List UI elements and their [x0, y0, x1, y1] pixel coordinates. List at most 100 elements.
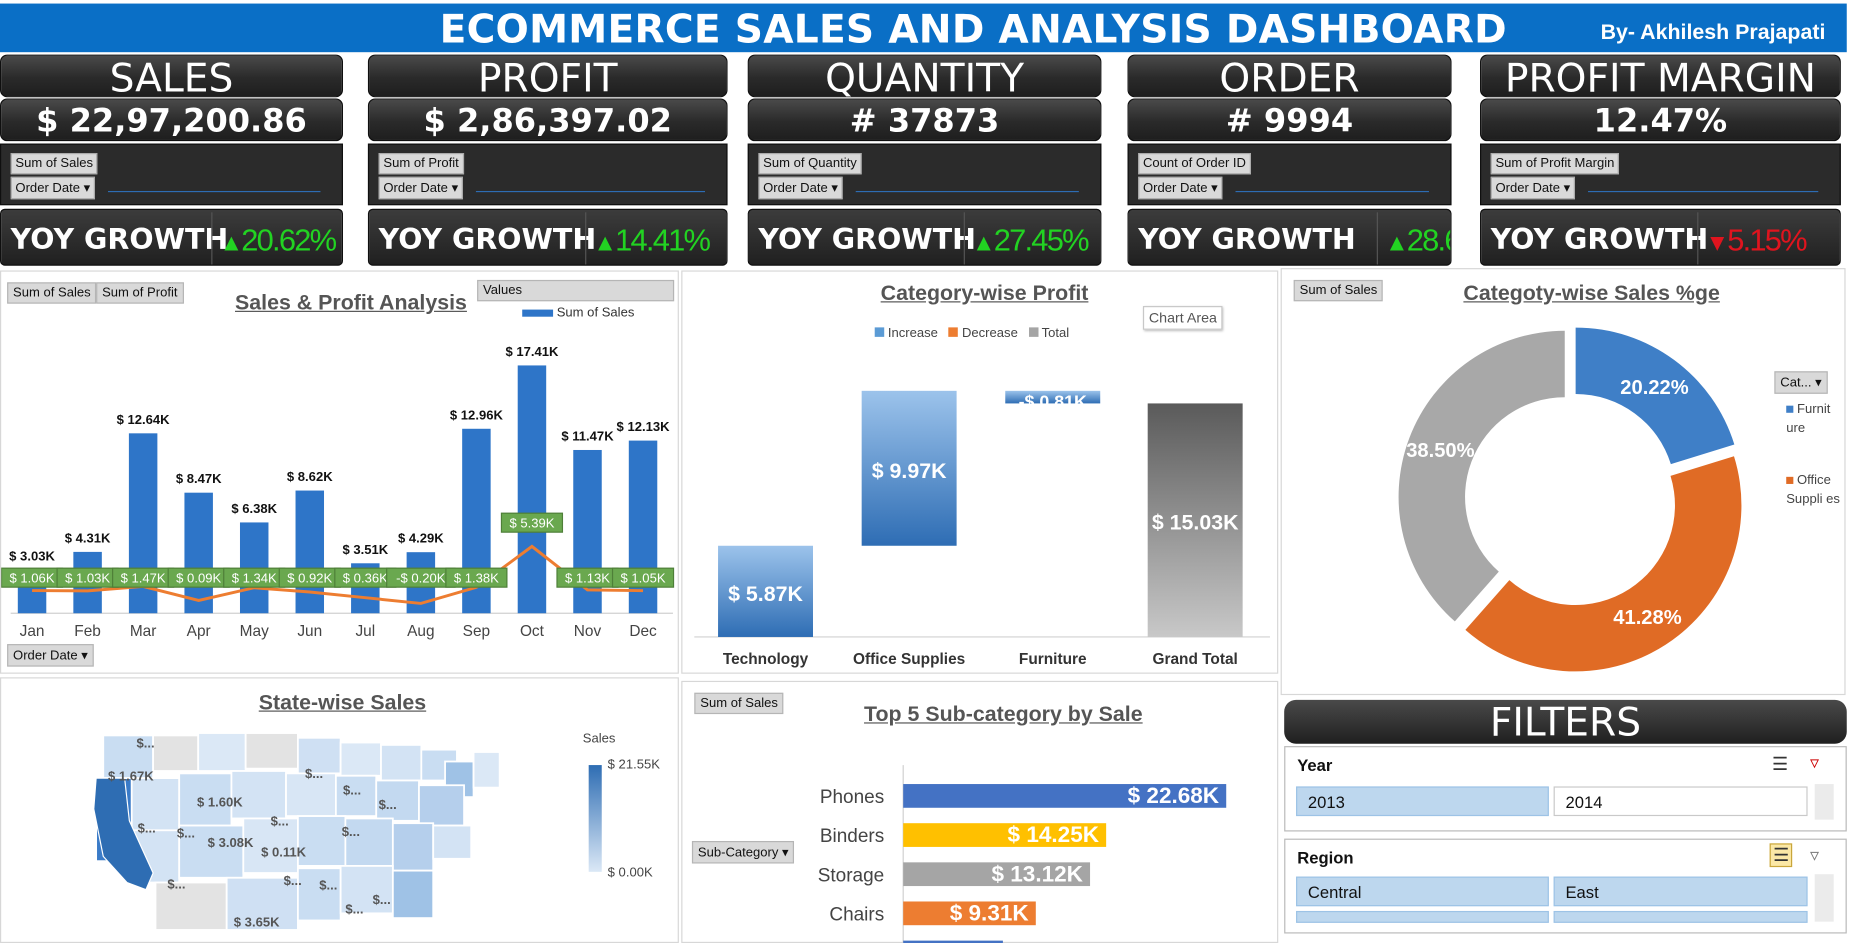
- state-sales-label: $...: [342, 824, 360, 839]
- state-shape: [152, 734, 200, 772]
- state-sales-label: $...: [343, 783, 361, 798]
- clear-filter-icon[interactable]: ▿: [1810, 752, 1819, 773]
- state-sales-label: $...: [305, 766, 323, 781]
- donut-slice: [1465, 456, 1742, 672]
- region-option-south[interactable]: [1296, 910, 1549, 923]
- profit-kpi-sparkline: Sum of Profit Order Date: [367, 143, 728, 206]
- order-field-button[interactable]: Count of Order ID: [1138, 153, 1251, 175]
- state-shape: [432, 824, 473, 860]
- sales-data-label: $ 8.62K: [287, 469, 333, 484]
- quantity-yoy-value: ▲27.45%: [963, 212, 1100, 265]
- sales-data-label: $ 12.64K: [117, 412, 171, 427]
- profit-yoy-value: ▲14.41%: [585, 212, 726, 265]
- order-kpi-sparkline: Count of Order ID Order Date: [1127, 143, 1452, 206]
- waterfall-data-label: $ 5.87K: [728, 582, 803, 606]
- donut-data-label: 41.28%: [1613, 607, 1681, 629]
- state-sales-label: $...: [138, 821, 156, 836]
- month-tick-label: Jan: [20, 623, 45, 640]
- year-option-2014[interactable]: 2014: [1553, 786, 1808, 817]
- sales-data-label: $ 17.41K: [505, 344, 559, 359]
- state-sales-label: $ 3.08K: [208, 835, 254, 850]
- category-tick-label: Office Supplies: [853, 651, 965, 668]
- region-option-east[interactable]: East: [1553, 876, 1808, 907]
- us-state-map: $...$ 1.67K$ 1.60K$...$...$...$ 3.08K$ 0…: [93, 732, 501, 931]
- profit-data-label: $ 0.92K: [287, 570, 332, 585]
- sales-data-label: $ 3.51K: [342, 542, 388, 557]
- order-order-date-filter[interactable]: Order Date: [1138, 176, 1223, 200]
- month-tick-label: Jun: [297, 623, 322, 640]
- profit-order-date-filter[interactable]: Order Date: [378, 176, 463, 200]
- sales-field-button[interactable]: Sum of Sales: [10, 153, 98, 175]
- profit-field-button[interactable]: Sum of Profit: [378, 153, 464, 175]
- order-date-filter-button[interactable]: Order Date: [7, 644, 94, 667]
- subcategory-tick-label: Binders: [820, 826, 884, 847]
- region-slicer-scrollbar[interactable]: [1814, 874, 1834, 922]
- order-kpi-title: ORDER: [1127, 54, 1452, 100]
- category-tick-label: Technology: [723, 651, 809, 668]
- state-sales-label: $...: [177, 825, 195, 840]
- waterfall-data-label: -$ 0.81K: [1019, 391, 1087, 411]
- profit-data-label: $ 1.13K: [565, 570, 610, 585]
- state-sales-label: $...: [167, 876, 185, 891]
- sales-profit-panel: Sum of Sales Sum of Profit Sales & Profi…: [0, 270, 679, 674]
- profit-kpi-value: $ 2,86,397.02: [367, 98, 728, 142]
- month-tick-label: Sep: [463, 623, 490, 640]
- state-sales-label: $ 3.65K: [234, 914, 280, 929]
- state-sales-panel: State-wise Sales $... $ 1.67K $ 1.60K $... $…: [0, 677, 679, 943]
- donut-data-label: 20.22%: [1620, 377, 1688, 399]
- donut-data-label: 38.50%: [1406, 440, 1474, 462]
- state-shape: [472, 751, 501, 789]
- order-yoy-label: YOY GROWTH: [1138, 222, 1356, 257]
- year-slicer-scrollbar[interactable]: [1814, 784, 1834, 820]
- sales-bar: [184, 492, 213, 614]
- state-sales-label: $ 0.11K: [261, 844, 307, 859]
- state-sales-label: $ 1.67K: [108, 768, 154, 783]
- sales-yoy-growth: YOY GROWTH ▲20.62%: [0, 208, 344, 266]
- quantity-yoy-label: YOY GROWTH: [758, 222, 976, 257]
- sales-order-date-filter[interactable]: Order Date: [10, 176, 95, 200]
- subcategory-data-label: $ 14.25K: [1008, 822, 1100, 847]
- month-tick-label: Aug: [407, 623, 434, 640]
- subcategory-tick-label: Phones: [820, 787, 884, 808]
- month-tick-label: Nov: [574, 623, 602, 640]
- quantity-order-date-filter[interactable]: Order Date: [758, 176, 843, 200]
- year-option-2013[interactable]: 2013: [1296, 786, 1549, 817]
- state-shape: [391, 869, 435, 919]
- month-tick-label: Apr: [187, 623, 211, 640]
- region-slicer-title: Region: [1297, 848, 1354, 868]
- quantity-yoy-percent: 27.45%: [993, 221, 1090, 258]
- region-option-central[interactable]: Central: [1296, 876, 1549, 907]
- map-legend-min: $ 0.00K: [607, 865, 653, 881]
- sales-profit-chart: $ 3.03K Jan $ 4.31K Feb $ 12.64K Mar $ 8.47K Ap…: [1, 344, 675, 640]
- down-arrow-icon: ▼: [1705, 230, 1730, 257]
- top5-bar-chart: $ 22.68K Phones $ 14.25K Binders $ 13.12K Sto…: [818, 765, 1227, 943]
- sales-kpi-title: SALES: [0, 54, 344, 100]
- profit-margin-field-button[interactable]: Sum of Profit Margin: [1490, 153, 1620, 175]
- state-shape: [391, 822, 435, 872]
- multi-select-icon[interactable]: ☰: [1772, 753, 1788, 774]
- month-tick-label: Dec: [629, 623, 657, 640]
- legend-office-swatch: [1786, 476, 1794, 484]
- legend-office-label: Office Suppli es: [1786, 473, 1840, 507]
- region-slicer: Region ☰ ▿ Central East: [1284, 838, 1847, 934]
- sales-data-label: $ 4.31K: [65, 530, 111, 545]
- quantity-field-button[interactable]: Sum of Quantity: [758, 153, 862, 175]
- state-sales-label: $ 1.60K: [197, 795, 243, 810]
- map-legend-gradient: [588, 765, 602, 872]
- category-legend-filter-button[interactable]: Cat...: [1774, 371, 1828, 394]
- profit-margin-kpi-sparkline: Sum of Profit Margin Order Date: [1480, 143, 1841, 206]
- profit-data-label: $ 1.38K: [454, 570, 499, 585]
- profit-kpi-title: PROFIT: [367, 54, 728, 100]
- state-shape: [339, 741, 382, 777]
- sales-data-label: $ 12.96K: [450, 407, 504, 422]
- filters-header: FILTERS: [1284, 700, 1847, 744]
- month-tick-label: Feb: [74, 623, 101, 640]
- multi-select-icon[interactable]: ☰: [1769, 843, 1793, 868]
- category-sales-panel: Sum of Sales Categoty-wise Sales %ge 20.…: [1280, 268, 1846, 696]
- map-legend-max: $ 21.55K: [607, 757, 660, 773]
- month-tick-label: Mar: [130, 623, 157, 640]
- state-shape: [297, 867, 342, 922]
- profit-margin-order-date-filter[interactable]: Order Date: [1490, 176, 1575, 200]
- clear-filter-icon[interactable]: ▿: [1810, 845, 1819, 866]
- region-option-west[interactable]: [1553, 910, 1808, 923]
